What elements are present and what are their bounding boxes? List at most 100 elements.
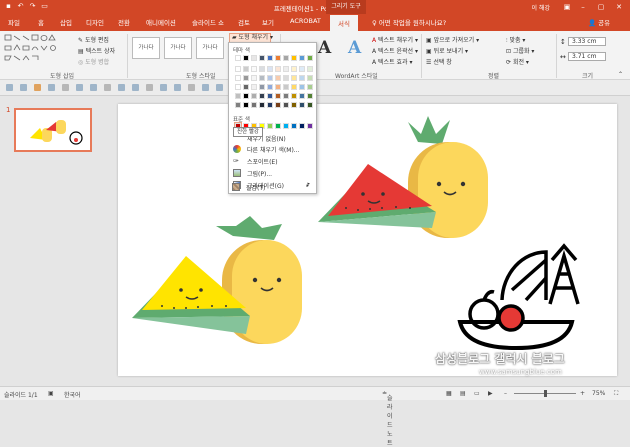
- slideshow-view-icon[interactable]: ▶: [488, 390, 493, 397]
- tab-animations[interactable]: 애니메이션: [146, 17, 176, 27]
- tab-home[interactable]: 홈: [38, 17, 44, 27]
- theme-color-swatch[interactable]: [291, 55, 297, 61]
- theme-color-swatch[interactable]: [299, 84, 305, 90]
- tab-transitions[interactable]: 전환: [118, 17, 130, 27]
- theme-color-swatch[interactable]: [307, 102, 313, 108]
- theme-color-swatch[interactable]: [259, 93, 265, 99]
- group-button[interactable]: ⊡ 그룹화 ▾: [506, 46, 534, 55]
- user-name[interactable]: 이 해강: [532, 3, 550, 12]
- standard-color-swatch[interactable]: [275, 123, 281, 129]
- theme-color-swatch[interactable]: [251, 75, 257, 81]
- zoom-in-button[interactable]: +: [580, 390, 585, 397]
- theme-color-swatch[interactable]: [243, 55, 249, 61]
- theme-color-swatch[interactable]: [259, 66, 265, 72]
- theme-color-swatch[interactable]: [283, 102, 289, 108]
- shape-style-preset-2[interactable]: 가나다: [164, 37, 192, 59]
- theme-color-swatch[interactable]: [307, 93, 313, 99]
- theme-color-swatch[interactable]: [259, 102, 265, 108]
- language-indicator[interactable]: 한국어: [64, 390, 81, 399]
- theme-color-swatch[interactable]: [251, 102, 257, 108]
- theme-color-swatch[interactable]: [299, 93, 305, 99]
- standard-color-swatch[interactable]: [291, 123, 297, 129]
- zoom-level[interactable]: 75%: [592, 390, 605, 397]
- theme-color-swatch[interactable]: [235, 93, 241, 99]
- theme-color-swatch[interactable]: [243, 66, 249, 72]
- bring-forward-button[interactable]: ▣ 앞으로 가져오기 ▾: [426, 35, 479, 44]
- theme-color-swatch[interactable]: [275, 84, 281, 90]
- addin-tool-9-icon[interactable]: [118, 84, 125, 91]
- addin-tool-13-icon[interactable]: [174, 84, 181, 91]
- standard-color-swatch[interactable]: [307, 123, 313, 129]
- texture-fill-option[interactable]: 질감(T) ▸: [232, 182, 313, 192]
- height-field[interactable]: 3.33 cm: [568, 37, 606, 46]
- addin-tool-8-icon[interactable]: [104, 84, 111, 91]
- addin-tool-16-icon[interactable]: [216, 84, 223, 91]
- theme-color-swatch[interactable]: [267, 75, 273, 81]
- theme-color-swatch[interactable]: [251, 93, 257, 99]
- picture-fill-option[interactable]: 그림(P)...: [233, 168, 314, 178]
- theme-color-swatch[interactable]: [251, 55, 257, 61]
- theme-color-swatch[interactable]: [243, 84, 249, 90]
- theme-color-swatch[interactable]: [251, 66, 257, 72]
- slide-sorter-icon[interactable]: ▤: [460, 390, 466, 397]
- theme-color-swatch[interactable]: [283, 84, 289, 90]
- tab-design[interactable]: 디자인: [86, 17, 104, 27]
- text-outline-button[interactable]: A 텍스트 윤곽선 ▾: [372, 46, 418, 55]
- send-backward-button[interactable]: ▣ 뒤로 보내기 ▾: [426, 46, 468, 55]
- maximize-icon[interactable]: ▢: [594, 2, 608, 12]
- theme-color-swatch[interactable]: [307, 84, 313, 90]
- theme-color-swatch[interactable]: [243, 102, 249, 108]
- standard-color-swatch[interactable]: [267, 123, 273, 129]
- theme-color-swatch[interactable]: [283, 75, 289, 81]
- reading-view-icon[interactable]: ▭: [474, 390, 480, 397]
- theme-color-swatch[interactable]: [275, 75, 281, 81]
- merge-shapes-button[interactable]: ◎ 도형 병합: [78, 57, 109, 66]
- collapse-ribbon-icon[interactable]: ⌃: [618, 71, 623, 78]
- addin-tool-4-icon[interactable]: [48, 84, 55, 91]
- theme-color-swatch[interactable]: [235, 55, 241, 61]
- addin-tool-11-icon[interactable]: [146, 84, 153, 91]
- theme-color-swatch[interactable]: [307, 75, 313, 81]
- theme-color-swatch[interactable]: [259, 84, 265, 90]
- tab-review[interactable]: 검토: [238, 17, 250, 27]
- theme-color-swatch[interactable]: [299, 66, 305, 72]
- wordart-style-1[interactable]: A: [318, 38, 331, 58]
- theme-color-swatch[interactable]: [275, 55, 281, 61]
- tell-me-search[interactable]: ♀ 어떤 작업을 원하시나요?: [372, 17, 446, 27]
- addin-tool-14-icon[interactable]: [188, 84, 195, 91]
- minimize-icon[interactable]: –: [576, 2, 590, 12]
- standard-color-swatch[interactable]: [283, 123, 289, 129]
- notes-button[interactable]: ≐ 슬라이드 노트: [382, 390, 393, 447]
- theme-color-swatch[interactable]: [283, 66, 289, 72]
- close-icon[interactable]: ✕: [612, 2, 626, 12]
- addin-tool-2-icon[interactable]: [20, 84, 27, 91]
- fit-slide-icon[interactable]: ⛶: [614, 390, 618, 398]
- theme-color-swatch[interactable]: [235, 102, 241, 108]
- addin-tool-7-icon[interactable]: [90, 84, 97, 91]
- addin-tool-10-icon[interactable]: [132, 84, 139, 91]
- theme-color-swatch[interactable]: [275, 102, 281, 108]
- tab-slideshow[interactable]: 슬라이드 쇼: [192, 17, 224, 27]
- text-fill-button[interactable]: A 텍스트 채우기 ▾: [372, 35, 418, 44]
- addin-tool-12-icon[interactable]: [160, 84, 167, 91]
- theme-color-swatch[interactable]: [235, 75, 241, 81]
- theme-color-swatch[interactable]: [283, 93, 289, 99]
- theme-color-swatch[interactable]: [275, 66, 281, 72]
- theme-color-swatch[interactable]: [259, 75, 265, 81]
- theme-color-swatch[interactable]: [299, 75, 305, 81]
- eyedropper-option[interactable]: ✑ 스포이트(E): [233, 156, 314, 166]
- zoom-out-button[interactable]: –: [504, 390, 507, 397]
- tab-acrobat[interactable]: ACROBAT: [290, 17, 321, 25]
- slide-thumbnail[interactable]: [14, 108, 92, 152]
- theme-color-swatch[interactable]: [283, 55, 289, 61]
- standard-color-swatch[interactable]: [299, 123, 305, 129]
- text-box-button[interactable]: ▤ 텍스트 상자: [78, 46, 115, 55]
- addin-tool-3-icon[interactable]: [34, 84, 41, 91]
- width-field[interactable]: 3.71 cm: [568, 52, 606, 61]
- align-button[interactable]: ⫶ 맞춤 ▾: [506, 35, 525, 45]
- text-effects-button[interactable]: A 텍스트 효과 ▾: [372, 57, 412, 66]
- theme-color-swatch[interactable]: [267, 93, 273, 99]
- selection-pane-button[interactable]: ☰ 선택 창: [426, 57, 452, 66]
- edit-shape-button[interactable]: ✎ 도형 편집: [78, 35, 109, 44]
- theme-color-swatch[interactable]: [235, 66, 241, 72]
